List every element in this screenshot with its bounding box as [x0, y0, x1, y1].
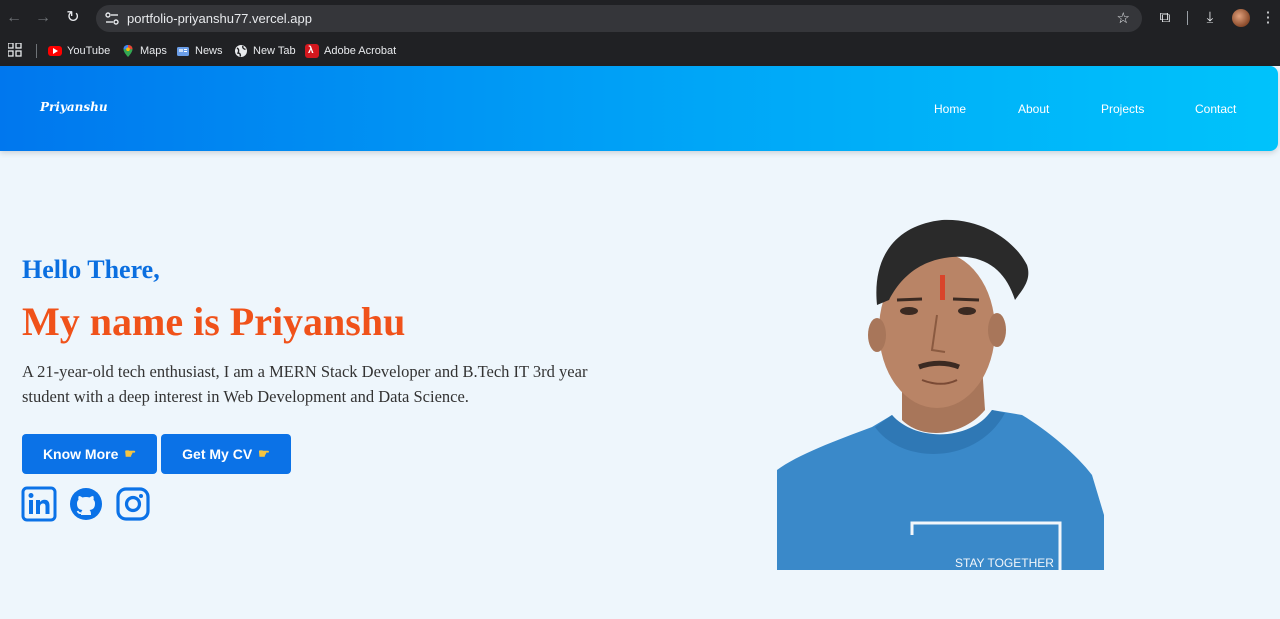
pointing-hand-icon: ☛ [258, 446, 270, 461]
nav-link-about[interactable]: About [1018, 102, 1049, 116]
globe-icon [235, 45, 247, 57]
github-icon[interactable] [68, 486, 104, 522]
pointing-hand-icon: ☛ [124, 446, 137, 461]
button-label: Get My CV [182, 446, 253, 462]
bookmark-new-tab[interactable]: New Tab [234, 42, 296, 60]
hero-headline: My name is Priyanshu [22, 299, 406, 344]
bookmarks-divider [36, 44, 37, 58]
bookmark-maps[interactable]: Maps [121, 42, 167, 60]
forward-arrow-icon[interactable]: → [33, 8, 53, 28]
news-icon [177, 47, 189, 56]
maps-icon [123, 45, 133, 57]
site-brand-logo[interactable]: Priyanshu [40, 100, 108, 114]
acrobat-icon: λ [305, 44, 319, 58]
bookmark-news[interactable]: News [176, 42, 223, 60]
profile-photo: STAY TOGETHER [777, 219, 1104, 570]
site-navbar: Priyanshu Home About Projects Contact [0, 66, 1278, 151]
download-icon[interactable]: ⤓ [1200, 8, 1220, 28]
bookmark-youtube[interactable]: YouTube [48, 42, 110, 60]
apps-grid-icon[interactable] [8, 43, 22, 57]
bookmark-label: Adobe Acrobat [324, 45, 397, 57]
hero-greeting: Hello There, [22, 255, 160, 284]
nav-link-contact[interactable]: Contact [1195, 102, 1236, 116]
back-arrow-icon[interactable]: ← [4, 8, 24, 28]
nav-link-home[interactable]: Home [934, 102, 966, 116]
profile-avatar[interactable] [1232, 9, 1250, 27]
address-bar[interactable]: portfolio-priyanshu77.vercel.app ☆ [96, 5, 1142, 32]
know-more-button[interactable]: Know More ☛ [22, 434, 157, 474]
button-label: Know More [42, 446, 119, 462]
url-text[interactable]: portfolio-priyanshu77.vercel.app [127, 11, 312, 26]
instagram-icon[interactable] [115, 486, 151, 522]
youtube-icon [48, 46, 62, 56]
bookmark-label: News [195, 45, 223, 57]
nav-link-projects[interactable]: Projects [1101, 102, 1144, 116]
toolbar-divider [1187, 11, 1188, 25]
bookmark-label: YouTube [67, 45, 111, 57]
bookmark-label: Maps [140, 45, 167, 57]
menu-dots-icon[interactable]: ⋮ [1258, 8, 1278, 28]
bookmark-label: New Tab [253, 45, 296, 57]
site-info-icon[interactable] [104, 11, 120, 26]
bookmarks-bar: YouTube Maps News New Tab λ Adobe Acroba… [0, 36, 1280, 66]
hero-description: A 21-year-old tech enthusiast, I am a ME… [22, 362, 588, 406]
browser-toolbar: ← → ↻ portfolio-priyanshu77.vercel.app ☆… [0, 0, 1280, 36]
get-cv-button[interactable]: Get My CV ☛ [161, 434, 291, 474]
reload-icon[interactable]: ↻ [63, 8, 83, 28]
bookmark-adobe-acrobat[interactable]: λ Adobe Acrobat [305, 42, 396, 60]
linkedin-icon[interactable] [21, 486, 57, 522]
extensions-icon[interactable]: ⧉ [1155, 8, 1175, 28]
shirt-print-text: STAY TOGETHER [955, 556, 1054, 570]
bookmark-star-icon[interactable]: ☆ [1117, 9, 1130, 27]
